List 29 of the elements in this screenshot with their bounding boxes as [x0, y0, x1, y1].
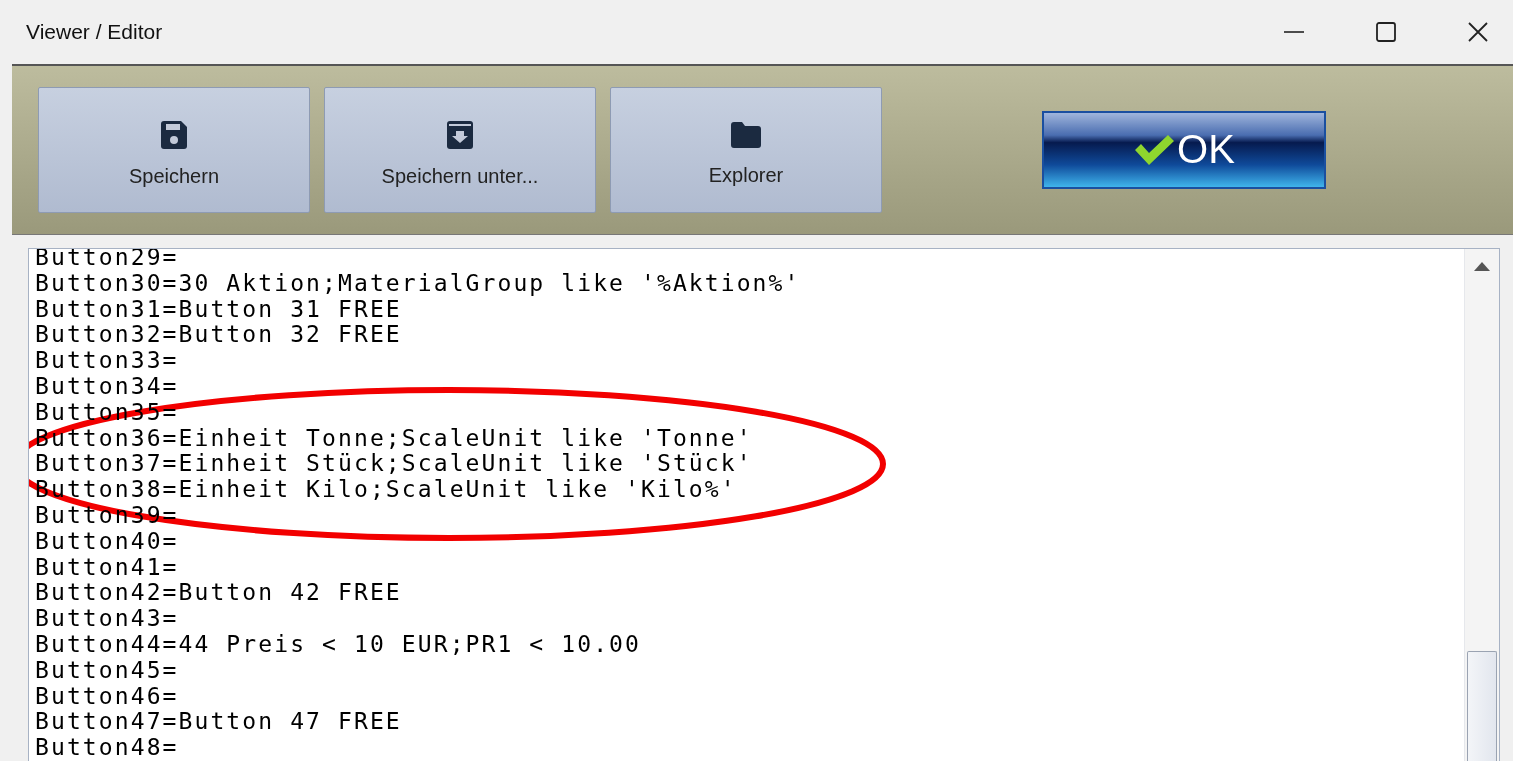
folder-icon	[731, 121, 761, 148]
toolbar-button[interactable]: Speichern	[38, 86, 310, 213]
code-line: Button41=	[35, 554, 180, 581]
close-icon[interactable]	[1467, 20, 1489, 43]
code-line: Button34=	[35, 374, 180, 400]
vertical-scrollbar[interactable]	[1464, 249, 1499, 761]
code-line: Button43=	[35, 606, 180, 632]
code-line: Button40=	[35, 528, 180, 555]
code-line: Button47=Button 47 FREE	[35, 709, 403, 736]
window-title: Viewer / Editor	[26, 19, 163, 44]
code-line: Button30=30 Aktion;MaterialGroup like '%Aktion%'	[35, 270, 802, 297]
code-line: Button46=	[35, 683, 180, 710]
code-line: Button32=Button 32 FREE	[35, 322, 403, 349]
maximize-icon[interactable]	[1375, 20, 1397, 43]
toolbar-button[interactable]: Explorer	[610, 86, 882, 213]
code-line: Button31=Button 31 FREE	[35, 296, 402, 323]
code-line: Button45=	[35, 657, 180, 684]
code-line: Button33=	[35, 348, 180, 375]
scrollbar-thumb[interactable]	[1467, 651, 1497, 761]
text-editor[interactable]	[28, 248, 1500, 761]
archive-box-icon	[447, 120, 473, 149]
code-line: Button37=Einheit Stück;ScaleUnit like 'Stück'	[35, 451, 754, 478]
ok-button[interactable]: OK	[1042, 110, 1326, 189]
scroll-up-icon[interactable]	[1474, 261, 1490, 272]
code-line: Button44=44 Preis < 10 EUR;PR1 < 10.00	[35, 632, 642, 658]
code-line: Button48=	[35, 735, 180, 761]
code-line: Button42=Button 42 FREE	[35, 580, 403, 607]
toolbar-button[interactable]: Speichern unter...	[324, 86, 596, 213]
checkmark-icon	[1133, 133, 1176, 166]
